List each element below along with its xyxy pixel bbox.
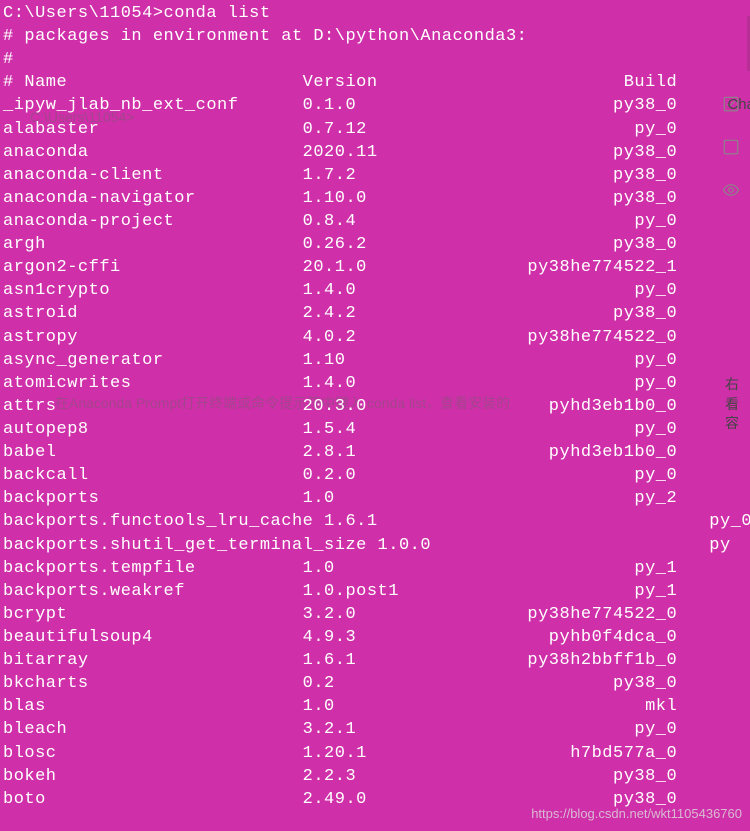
package-row: asn1crypto 1.4.0 py_0 (3, 279, 747, 302)
package-row: astropy 4.0.2 py38he774522_0 (3, 326, 747, 349)
env-comment: # packages in environment at D:\python\A… (3, 25, 747, 48)
package-row: blas 1.0 mkl (3, 695, 747, 718)
package-row: alabaster 0.7.12 py_0 (3, 118, 747, 141)
package-row: backports.tempfile 1.0 py_1 (3, 557, 747, 580)
right-label: Cha (727, 95, 750, 115)
package-row: anaconda-client 1.7.2 py38_0 (3, 164, 747, 187)
watermark: https://blog.csdn.net/wkt1105436760 (531, 805, 742, 823)
terminal-output: C:\Users\11054>conda list # packages in … (0, 0, 750, 813)
package-row: backcall 0.2.0 py_0 (3, 464, 747, 487)
package-row: _ipyw_jlab_nb_ext_conf 0.1.0 py38_0 (3, 94, 747, 117)
command-line: C:\Users\11054>conda list (3, 2, 747, 25)
package-row: astroid 2.4.2 py38_0 (3, 302, 747, 325)
package-row: anaconda 2020.11 py38_0 (3, 141, 747, 164)
package-row: blosc 1.20.1 h7bd577a_0 (3, 742, 747, 765)
package-row: attrs 20.3.0 pyhd3eb1b0_0 (3, 395, 747, 418)
package-row: anaconda-project 0.8.4 py_0 (3, 210, 747, 233)
package-row: bleach 3.2.1 py_0 (3, 718, 747, 741)
package-row: backports.shutil_get_terminal_size 1.0.0… (3, 534, 747, 557)
package-row: bcrypt 3.2.0 py38he774522_0 (3, 603, 747, 626)
package-row: argh 0.26.2 py38_0 (3, 233, 747, 256)
package-row: bokeh 2.2.3 py38_0 (3, 765, 747, 788)
package-row: atomicwrites 1.4.0 py_0 (3, 372, 747, 395)
package-row: argon2-cffi 20.1.0 py38he774522_1 (3, 256, 747, 279)
package-row: babel 2.8.1 pyhd3eb1b0_0 (3, 441, 747, 464)
column-header: # Name Version Build (3, 71, 747, 94)
package-row: backports 1.0 py_2 (3, 487, 747, 510)
package-row: backports.weakref 1.0.post1 py_1 (3, 580, 747, 603)
package-row: bitarray 1.6.1 py38h2bbff1b_0 (3, 649, 747, 672)
package-row: autopep8 1.5.4 py_0 (3, 418, 747, 441)
package-row: async_generator 1.10 py_0 (3, 349, 747, 372)
package-row: beautifulsoup4 4.9.3 pyhb0f4dca_0 (3, 626, 747, 649)
package-row: bkcharts 0.2 py38_0 (3, 672, 747, 695)
package-row: backports.functools_lru_cache 1.6.1 py_0 (3, 510, 747, 533)
package-row: anaconda-navigator 1.10.0 py38_0 (3, 187, 747, 210)
blank-comment: # (3, 48, 747, 71)
package-list: _ipyw_jlab_nb_ext_conf 0.1.0 py38_0alaba… (3, 94, 747, 810)
